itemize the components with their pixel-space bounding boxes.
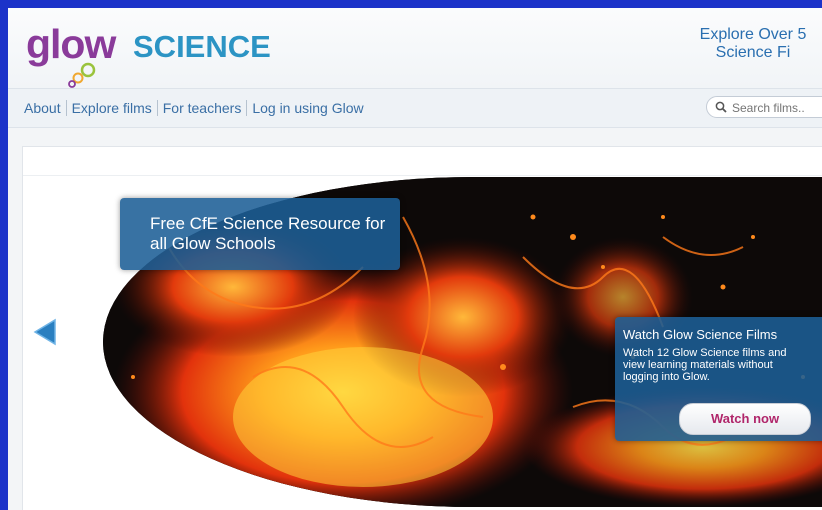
- glow-science-logo[interactable]: glow SCIENCE: [26, 21, 286, 88]
- search-input[interactable]: [730, 99, 822, 117]
- site-header: glow SCIENCE Explore Over 5 Science Fi: [8, 8, 822, 88]
- logo-glow-text: glow: [26, 21, 116, 67]
- main-navigation: About Explore films For teachers Log in …: [8, 88, 822, 128]
- promo-title: Free CfE Science Resource for all Glow S…: [150, 214, 386, 253]
- watch-films-panel: Watch Glow Science Films Watch 12 Glow S…: [615, 317, 822, 441]
- search-icon: [715, 101, 727, 113]
- main-content: Free CfE Science Resource for all Glow S…: [22, 146, 822, 510]
- logo-science-text: SCIENCE: [133, 29, 271, 64]
- nav-link-login-glow[interactable]: Log in using Glow: [247, 100, 368, 116]
- watch-now-button[interactable]: Watch now: [679, 403, 811, 435]
- header-tagline: Explore Over 5 Science Fi: [678, 26, 822, 62]
- nav-links: About Explore films For teachers Log in …: [24, 100, 369, 116]
- tagline-line-1: Explore Over 5: [699, 26, 807, 43]
- promo-banner: Free CfE Science Resource for all Glow S…: [120, 198, 400, 270]
- nav-link-explore-films[interactable]: Explore films: [67, 100, 157, 116]
- arrow-left-icon[interactable]: [33, 318, 57, 346]
- tagline-line-2: Science Fi: [715, 44, 791, 61]
- watch-panel-description: Watch 12 Glow Science films and view lea…: [623, 347, 787, 383]
- page-frame: glow SCIENCE Explore Over 5 Science Fi A…: [8, 8, 822, 510]
- search-box[interactable]: [706, 96, 822, 118]
- nav-link-about[interactable]: About: [24, 100, 66, 116]
- content-top-strip: [23, 147, 822, 176]
- watch-panel-title: Watch Glow Science Films: [623, 327, 778, 342]
- nav-link-for-teachers[interactable]: For teachers: [158, 100, 247, 116]
